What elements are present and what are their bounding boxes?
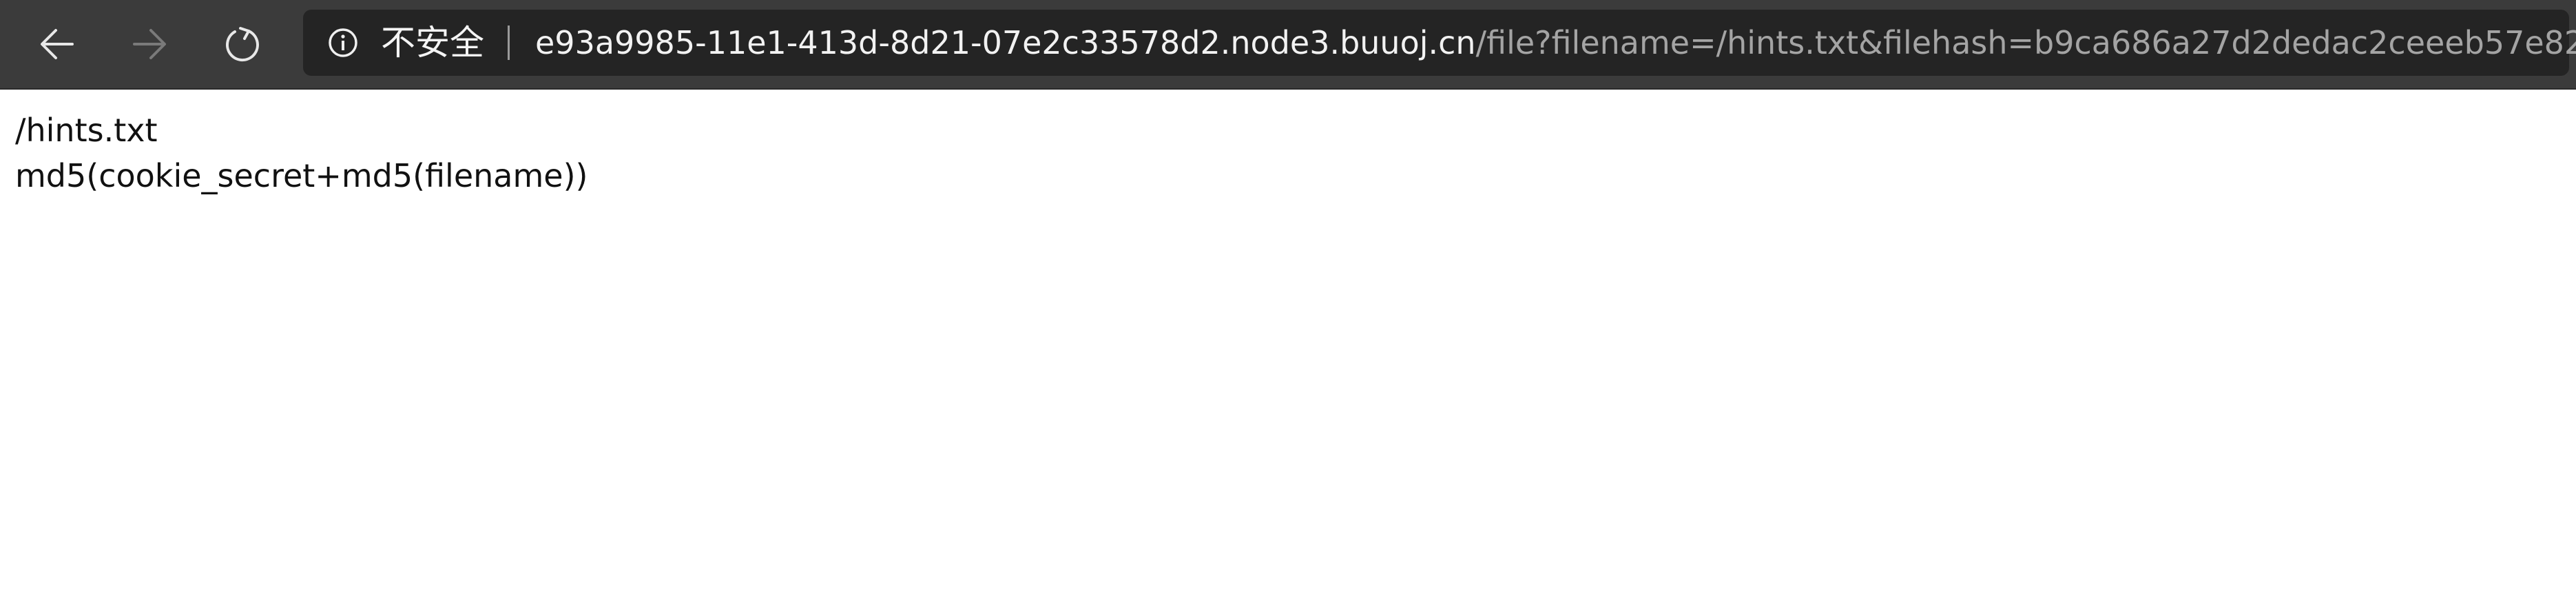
security-status-label[interactable]: 不安全 — [381, 10, 484, 76]
page-body: /hints.txt md5(cookie_secret+md5(filenam… — [15, 108, 588, 199]
address-bar[interactable]: 不安全 e93a9985-11e1-413d-8d21-07e2c33578d2… — [303, 10, 2576, 76]
url-separator — [508, 26, 510, 60]
url-host: e93a9985-11e1-413d-8d21-07e2c33578d2.nod… — [535, 24, 1476, 61]
url-field[interactable]: e93a9985-11e1-413d-8d21-07e2c33578d2.nod… — [535, 10, 2576, 76]
hint-formula-line: md5(cookie_secret+md5(filename)) — [15, 157, 588, 194]
back-button[interactable] — [26, 13, 88, 75]
arrow-right-icon — [133, 29, 166, 59]
browser-toolbar: 不安全 e93a9985-11e1-413d-8d21-07e2c33578d2… — [0, 0, 2576, 90]
reload-button[interactable] — [211, 13, 273, 75]
url-path: /file?filename=/hints.txt&filehash=b9ca6… — [1475, 24, 2576, 61]
info-circle-icon[interactable] — [328, 28, 358, 58]
file-name-line: /hints.txt — [15, 112, 158, 149]
arrow-left-icon — [41, 29, 74, 59]
reload-icon — [225, 27, 259, 62]
forward-button[interactable] — [118, 13, 180, 75]
